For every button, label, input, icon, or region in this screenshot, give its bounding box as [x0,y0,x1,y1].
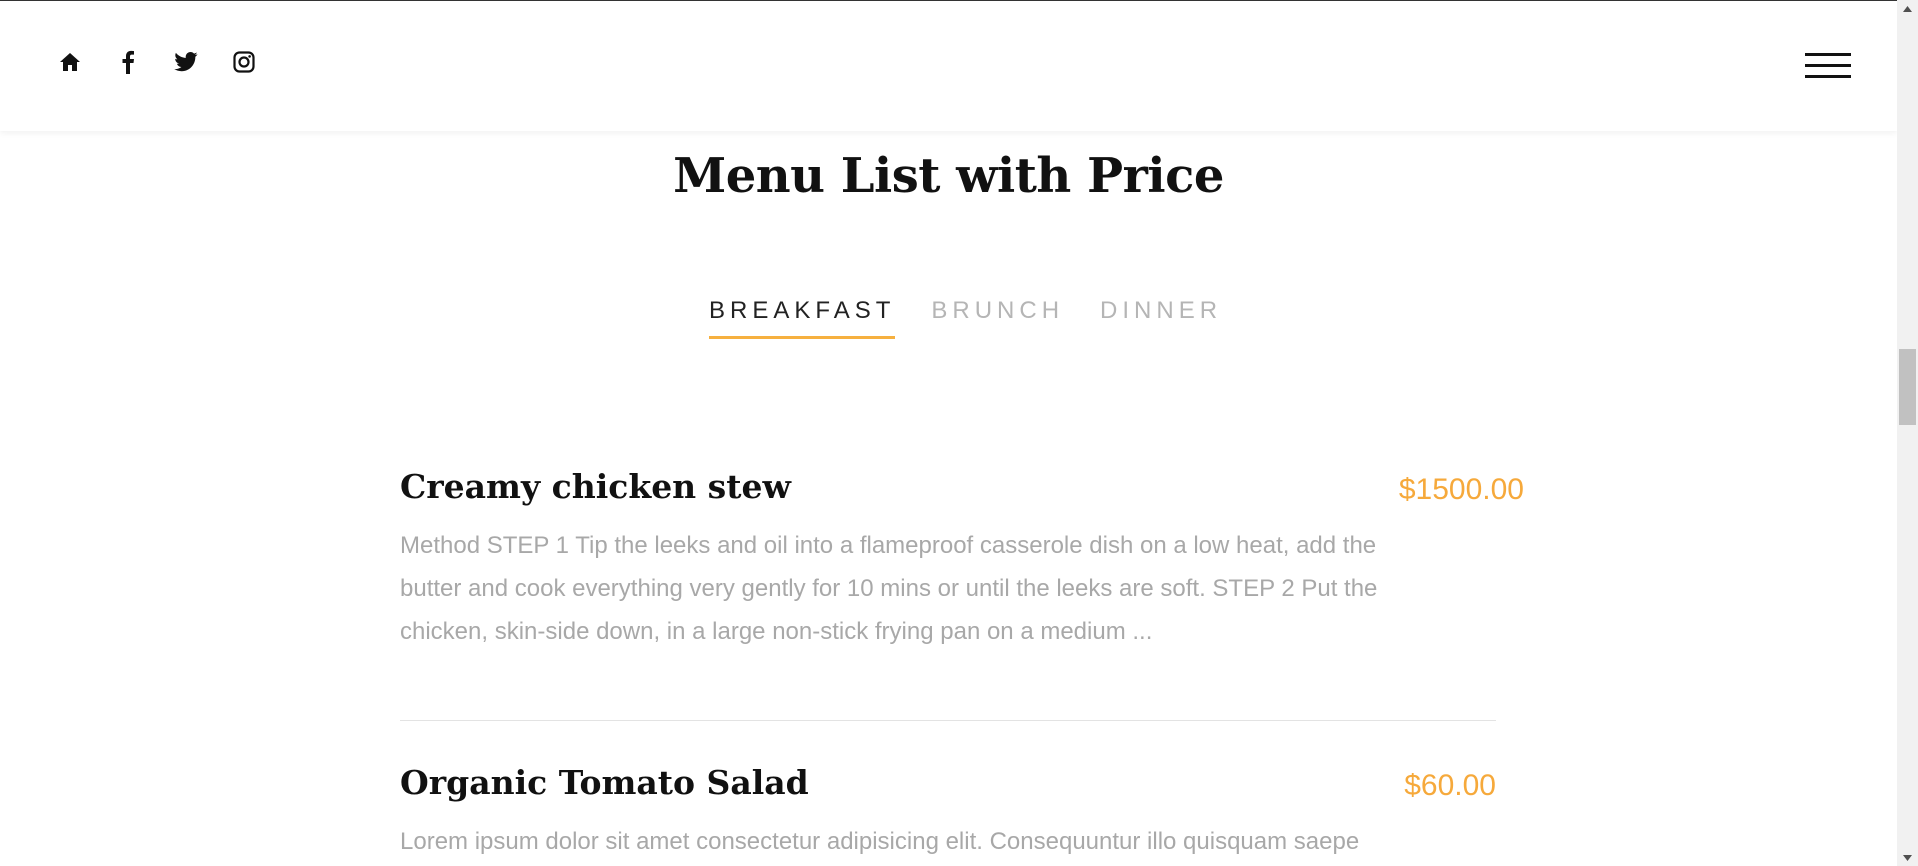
twitter-icon[interactable] [174,50,198,74]
scroll-down-icon[interactable] [1897,849,1918,866]
menu-item-description: Lorem ipsum dolor sit amet consectetur a… [400,828,1360,855]
scrollbar-thumb[interactable] [1899,349,1916,425]
menu-item-price: $1500.00 [1398,473,1524,506]
menu-item-name: Organic Tomato Salad [400,763,809,802]
facebook-icon[interactable] [116,50,140,74]
menu-item: Organic Tomato Salad $60.00 Lorem ipsum … [400,763,1496,863]
menu-item-name: Creamy chicken stew [400,467,791,506]
hamburger-menu-icon[interactable] [1805,53,1851,79]
tab-breakfast[interactable]: BREAKFAST [709,297,896,339]
menu-item-description: Method STEP 1 Tip the leeks and oil into… [400,532,1378,645]
menu-item-price: $60.00 [1404,769,1496,802]
social-links [58,50,256,74]
menu-item: Creamy chicken stew $1500.00 Method STEP… [400,467,1524,653]
scroll-up-icon[interactable] [1897,0,1918,17]
instagram-icon[interactable] [232,50,256,74]
vertical-scrollbar[interactable] [1897,0,1918,866]
page-title: Menu List with Price [673,148,1224,204]
tab-dinner[interactable]: DINNER [1100,297,1222,339]
tab-brunch[interactable]: BRUNCH [931,297,1064,339]
header [0,1,1897,131]
menu-tabs: BREAKFAST BRUNCH DINNER [709,297,1222,339]
home-icon[interactable] [58,50,82,74]
divider [400,720,1496,721]
page: Menu List with Price BREAKFAST BRUNCH DI… [0,0,1897,866]
